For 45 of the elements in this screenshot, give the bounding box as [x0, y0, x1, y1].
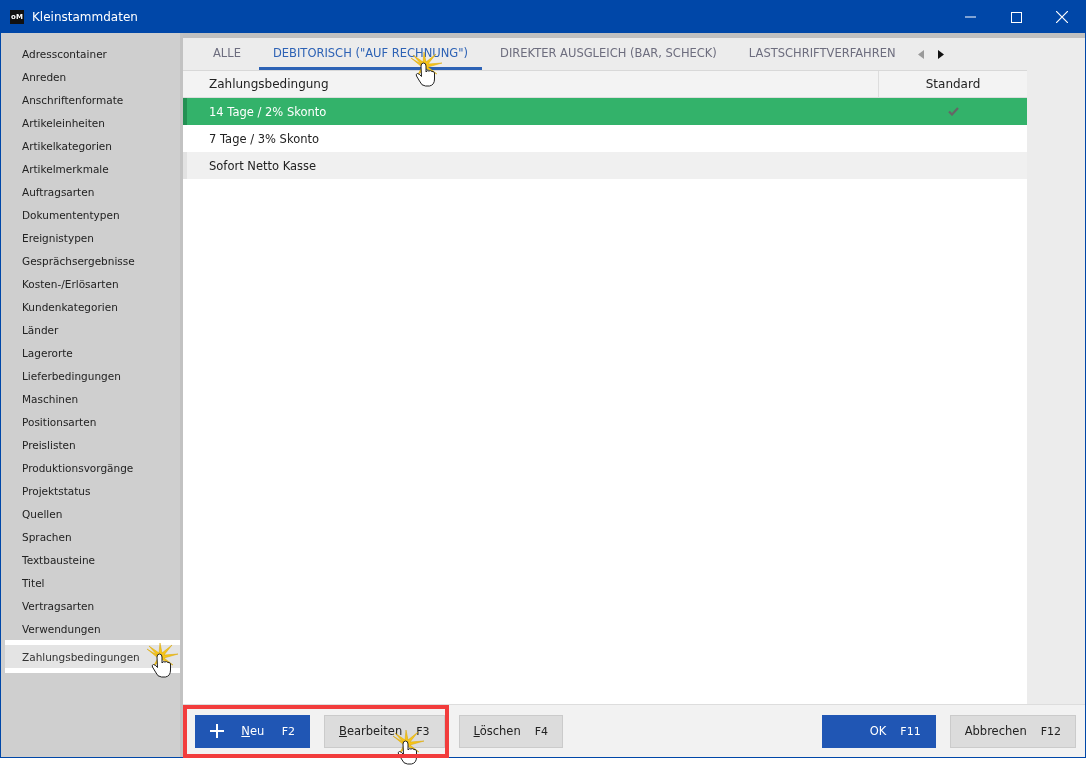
new-button[interactable]: Neu F2	[195, 714, 310, 748]
sidebar-item[interactable]: Sprachen	[1, 525, 180, 548]
table-cell-text: 7 Tage / 3% Skonto	[208, 131, 321, 146]
sidebar-item[interactable]: Ereignistypen	[1, 226, 180, 249]
sidebar-item[interactable]: Auftragsarten	[1, 180, 180, 203]
sidebar-item[interactable]: Preislisten	[1, 433, 180, 456]
sidebar-item[interactable]: Titel	[1, 571, 180, 594]
sidebar-item[interactable]: Verwendungen	[1, 617, 180, 640]
close-icon[interactable]	[1056, 11, 1068, 23]
action-button[interactable]: Abbrechen F12	[949, 714, 1076, 748]
sidebar-item[interactable]: Anreden	[1, 65, 180, 88]
sidebar-item[interactable]: Positionsarten	[1, 410, 180, 433]
sidebar-item[interactable]: Artikelkategorien	[1, 134, 180, 157]
tab[interactable]: LASTSCHRIFTVERFAHREN	[734, 38, 910, 70]
sidebar-item[interactable]: Anschriftenformate	[1, 88, 180, 111]
sidebar-item[interactable]: Maschinen	[1, 387, 180, 410]
tab[interactable]: ALLE	[199, 38, 255, 70]
table-cell-text: Sofort Netto Kasse	[208, 158, 318, 173]
sidebar-item[interactable]: Artikelmerkmale	[1, 157, 180, 180]
sidebar-item[interactable]: Gesprächsergebnisse	[1, 249, 180, 272]
plus-icon	[210, 724, 224, 738]
action-button[interactable]: OK F11	[821, 714, 936, 748]
column-header[interactable]: Zahlungsbedingung	[183, 71, 878, 97]
hand-cursor-icon	[145, 643, 179, 679]
sidebar-item[interactable]: Textbausteine	[1, 548, 180, 571]
sidebar-item[interactable]: Lieferbedingungen	[1, 364, 180, 387]
sidebar-item[interactable]: Lagerorte	[1, 341, 180, 364]
tab[interactable]: DIREKTER AUSGLEICH (BAR, SCHECK)	[486, 38, 731, 70]
sidebar-item[interactable]: Vertragsarten	[1, 594, 180, 617]
sidebar-item[interactable]: Artikeleinheiten	[1, 111, 180, 134]
sidebar-item[interactable]: Kosten-/Erlösarten	[1, 272, 180, 295]
sidebar-item[interactable]: Adresscontainer	[1, 42, 180, 65]
sidebar-item[interactable]: Quellen	[1, 502, 180, 525]
sidebar-item[interactable]: Produktionsvorgänge	[1, 456, 180, 479]
table-cell-text: 14 Tage / 2% Skonto	[208, 104, 328, 119]
action-button[interactable]: Löschen F4	[458, 714, 564, 748]
sidebar-item[interactable]: Kundenkategorien	[1, 295, 180, 318]
scroll-right-icon[interactable]	[937, 49, 944, 59]
table-row[interactable]: Sofort Netto Kasse	[183, 152, 1027, 179]
sidebar-item[interactable]: Dokumententypen	[1, 203, 180, 226]
sidebar-item[interactable]: Projektstatus	[1, 479, 180, 502]
minimize-icon[interactable]	[964, 16, 976, 18]
maximize-icon[interactable]	[1010, 11, 1022, 23]
sidebar-item[interactable]: Länder	[1, 318, 180, 341]
window-title: Kleinstammdaten	[32, 10, 139, 24]
